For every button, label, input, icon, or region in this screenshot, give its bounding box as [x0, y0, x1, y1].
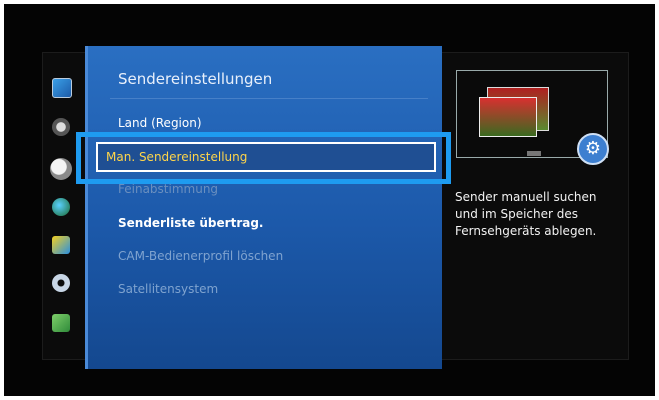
channel-settings-panel: Sendereinstellungen Land (Region) Feinab…	[85, 46, 442, 369]
menu-item-transfer-channel-list[interactable]: Senderliste übertrag.	[118, 216, 263, 230]
category-sidebar	[48, 70, 78, 340]
menu-item-manual-tuning[interactable]: Man. Sendereinstellung	[96, 142, 436, 172]
help-line: Sender manuell suchen	[455, 190, 597, 204]
help-description: Sender manuell suchen und im Speicher de…	[455, 189, 615, 240]
network-icon[interactable]	[52, 198, 70, 216]
menu-item-satellite-system[interactable]: Satellitensystem	[118, 282, 218, 296]
picture-icon[interactable]	[52, 78, 72, 98]
sound-icon[interactable]	[52, 118, 70, 136]
system-icon[interactable]	[52, 274, 70, 292]
preview-frame-front	[479, 97, 537, 137]
smart-features-icon[interactable]	[52, 236, 70, 254]
menu-item-manual-tuning-label: Man. Sendereinstellung	[106, 150, 248, 164]
support-icon[interactable]	[52, 314, 70, 332]
settings-gear-icon: ⚙	[577, 133, 609, 165]
panel-title: Sendereinstellungen	[118, 70, 273, 88]
help-line: und im Speicher des	[455, 207, 579, 221]
help-line: Fernsehgeräts ablegen.	[455, 224, 597, 238]
menu-item-fine-tune[interactable]: Feinabstimmung	[118, 182, 218, 196]
menu-item-delete-cam-profile[interactable]: CAM-Bedienerprofil löschen	[118, 249, 283, 263]
menu-item-country-region[interactable]: Land (Region)	[118, 116, 202, 130]
title-divider	[110, 98, 428, 99]
preview-tv-stand	[527, 151, 541, 156]
broadcast-icon[interactable]	[50, 158, 72, 180]
